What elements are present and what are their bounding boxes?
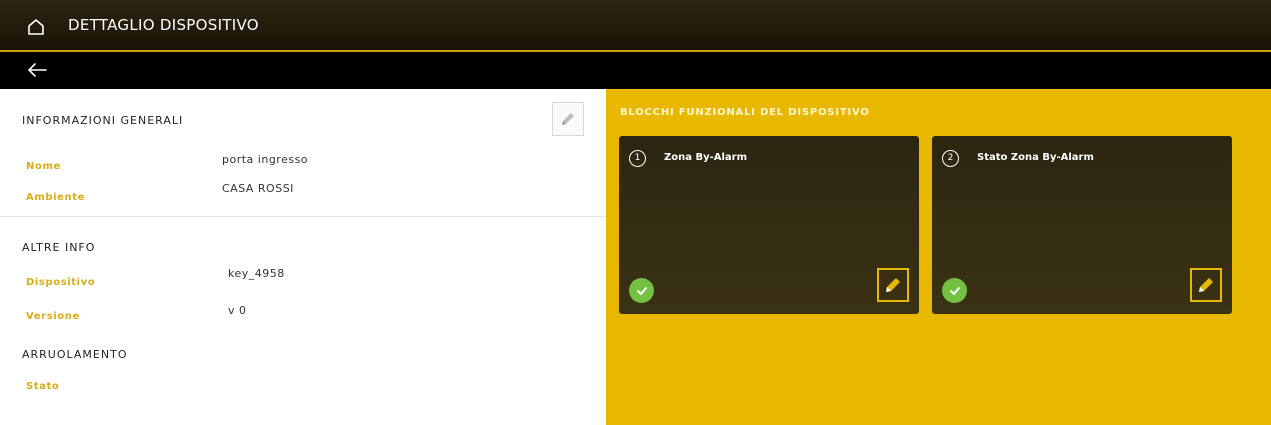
status-label: Stato: [26, 381, 60, 392]
device-info-panel: INFORMAZIONI GENERALI Nome porta ingress…: [0, 89, 606, 425]
general-info-title: INFORMAZIONI GENERALI: [22, 114, 184, 127]
block-name: Stato Zona By-Alarm: [977, 152, 1094, 163]
check-circle-icon: [942, 278, 967, 303]
page-title: DETTAGLIO DISPOSITIVO: [68, 16, 259, 34]
version-value: v 0: [228, 304, 247, 317]
room-label: Ambiente: [26, 192, 86, 203]
edit-block-button[interactable]: [877, 268, 909, 302]
device-value: key_4958: [228, 267, 285, 280]
name-value: porta ingresso: [222, 153, 309, 166]
blocks-title: BLOCCHI FUNZIONALI DEL DISPOSITIVO: [620, 107, 870, 118]
nav-bar: [0, 52, 1271, 89]
other-info-title: ALTRE INFO: [22, 241, 96, 254]
name-label: Nome: [26, 161, 61, 172]
functional-blocks-panel: BLOCCHI FUNZIONALI DEL DISPOSITIVO 1 Zon…: [606, 89, 1271, 425]
check-circle-icon: [629, 278, 654, 303]
pencil-icon: [886, 278, 900, 292]
edit-general-button[interactable]: [552, 102, 584, 136]
header-bar: DETTAGLIO DISPOSITIVO: [0, 0, 1271, 52]
pencil-icon: [1199, 278, 1213, 292]
pencil-icon: [562, 113, 574, 125]
enrollment-title: ARRUOLAMENTO: [22, 348, 128, 361]
block-card[interactable]: 1 Zona By-Alarm: [619, 136, 919, 314]
room-value: CASA ROSSI: [222, 182, 294, 195]
block-number: 1: [629, 150, 646, 167]
arrow-left-icon[interactable]: [26, 61, 48, 79]
device-label: Dispositivo: [26, 277, 96, 288]
block-name: Zona By-Alarm: [664, 152, 748, 163]
app-root: DETTAGLIO DISPOSITIVO INFORMAZIONI GENER…: [0, 0, 1271, 425]
block-number: 2: [942, 150, 959, 167]
home-icon[interactable]: [26, 17, 46, 37]
version-label: Versione: [26, 311, 80, 322]
edit-block-button[interactable]: [1190, 268, 1222, 302]
divider: [0, 216, 606, 217]
block-card[interactable]: 2 Stato Zona By-Alarm: [932, 136, 1232, 314]
